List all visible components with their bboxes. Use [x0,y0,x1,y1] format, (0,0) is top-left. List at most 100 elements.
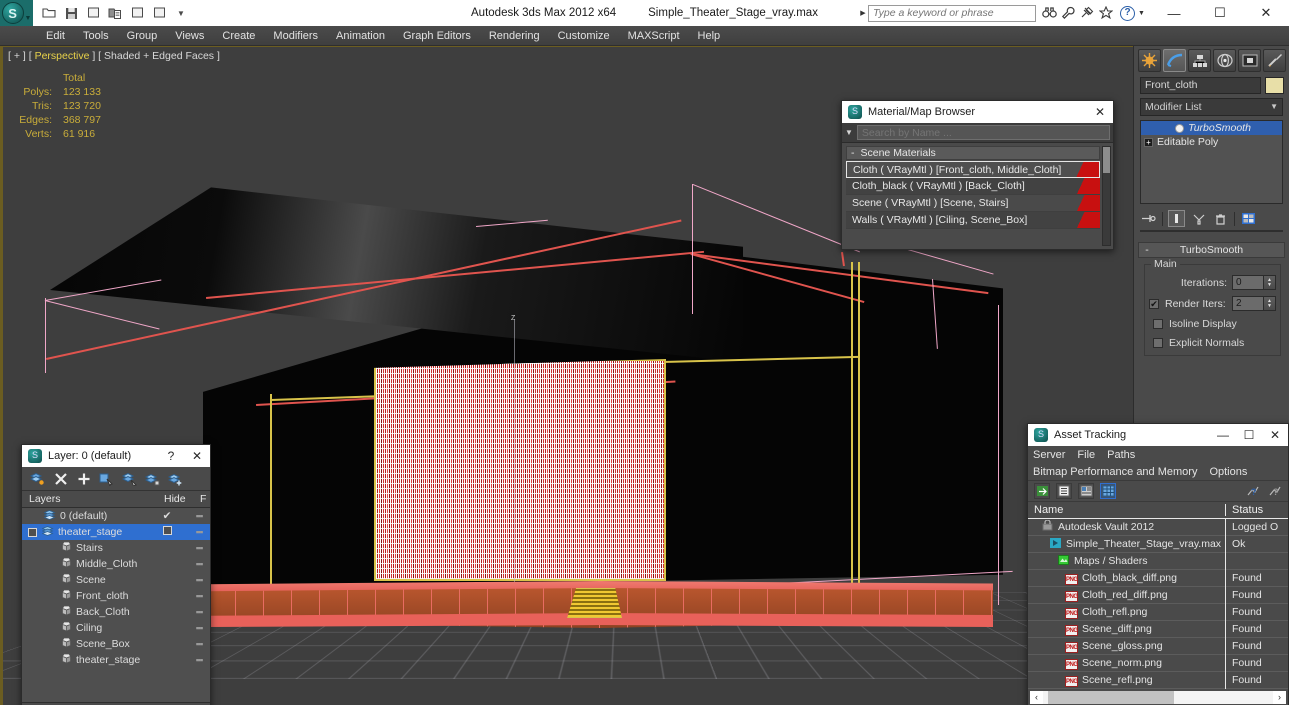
binoculars-icon[interactable] [1042,6,1057,21]
layer-freeze-cell[interactable]: ▪▪▪ [188,527,210,537]
asset-close-button[interactable]: ✕ [1262,428,1288,442]
star-icon[interactable] [1098,5,1114,21]
layer-list-item[interactable]: Scene ▪▪▪ [22,572,210,588]
menu-item-animation[interactable]: Animation [327,26,394,46]
layer-window-titlebar[interactable]: S Layer: 0 (default) ? ✕ [22,445,210,467]
material-list-item[interactable]: Cloth_black ( VRayMtl ) [Back_Cloth] [846,178,1100,195]
material-list-scrollbar[interactable] [1102,146,1111,246]
layer-freeze-cell[interactable]: ▪▪▪ [188,511,210,521]
wrench-icon[interactable] [1061,6,1076,21]
material-browser-titlebar[interactable]: S Material/Map Browser ✕ [842,101,1113,123]
render-iters-input[interactable]: 2 [1232,296,1264,311]
viewport-label[interactable]: [ + ] [ Perspective ] [ Shaded + Edged F… [8,50,220,62]
asset-name-cell[interactable]: PNG Scene_gloss.png [1028,637,1226,655]
display-tab-icon[interactable] [1238,49,1261,72]
layer-freeze-cell[interactable]: ▪▪▪ [188,607,210,617]
layer-freeze-cell[interactable]: ▪▪▪ [188,623,210,633]
render-iters-checkbox[interactable]: ✔ [1149,298,1159,309]
close-button[interactable]: ✕ [1243,0,1289,26]
asset-column-status[interactable]: Status [1226,504,1288,516]
refresh-icon[interactable] [1034,483,1050,499]
layer-list-item[interactable]: theater_stage ▪▪▪ [22,652,210,668]
explicit-normals-row[interactable]: Explicit Normals [1149,337,1276,349]
asset-name-cell[interactable]: PNG Cloth_black_diff.png [1028,569,1226,587]
scrollbar-track[interactable] [1043,690,1273,704]
material-list[interactable]: Cloth ( VRayMtl ) [Front_cloth, Middle_C… [846,161,1100,229]
iterations-input[interactable]: 0 [1232,275,1264,290]
asset-menu-bitmap-performance-and-memory[interactable]: Bitmap Performance and Memory [1033,466,1197,478]
layer-freeze-cell[interactable]: ▪▪▪ [188,591,210,601]
material-map-browser-window[interactable]: S Material/Map Browser ✕ ▼ - Scene Mater… [841,100,1114,250]
layer-freeze-cell[interactable]: ▪▪▪ [188,543,210,553]
asset-list-item[interactable]: Autodesk Vault 2012 Logged O [1028,519,1288,536]
asset-horizontal-scrollbar[interactable]: ‹ › [1028,689,1288,705]
asset-menu-file[interactable]: File [1077,449,1095,461]
modifier-list-dropdown[interactable]: Modifier List ▼ [1140,98,1283,116]
search-input[interactable] [868,4,1036,22]
create-new-layer-icon[interactable] [30,471,45,486]
redo-icon[interactable] [149,3,169,23]
layer-list-item[interactable]: Front_cloth ▪▪▪ [22,588,210,604]
motion-tab-icon[interactable] [1213,49,1236,72]
asset-list-item[interactable]: PNG Cloth_black_diff.png Found [1028,569,1288,587]
asset-list-item[interactable]: PNG Scene_diff.png Found [1028,620,1288,638]
layer-list-item[interactable]: Stairs ▪▪▪ [22,540,210,556]
app-menu-dropdown-icon[interactable]: ▼ [25,15,32,26]
modifier-stack[interactable]: TurboSmooth + Editable Poly [1140,120,1283,204]
make-unique-icon[interactable] [1190,210,1207,227]
material-search-input[interactable] [856,125,1110,140]
layer-list-item[interactable]: Ciling ▪▪▪ [22,620,210,636]
scene-materials-group-header[interactable]: - Scene Materials [846,146,1100,160]
scroll-right-button[interactable]: › [1273,690,1286,704]
layer-list-item[interactable]: Scene_Box ▪▪▪ [22,636,210,652]
layer-list-item[interactable]: Back_Cloth ▪▪▪ [22,604,210,620]
isoline-display-row[interactable]: Isoline Display [1149,318,1276,330]
freeze-unfreeze-icon[interactable] [168,471,183,486]
lightbulb-icon[interactable] [1175,123,1185,133]
utilities-tab-icon[interactable] [1263,49,1286,72]
undo-icon[interactable] [127,3,147,23]
hierarchy-tab-icon[interactable] [1188,49,1211,72]
rollout-collapse-icon[interactable]: - [1139,244,1155,256]
qat-dropdown-icon[interactable]: ▼ [171,3,191,23]
modify-tab-icon[interactable] [1163,49,1186,72]
create-tab-icon[interactable] [1138,49,1161,72]
highlight-selected-objects-layers-icon[interactable] [122,471,137,486]
asset-list-item[interactable]: PNG Cloth_red_diff.png Found [1028,586,1288,604]
menu-item-rendering[interactable]: Rendering [480,26,549,46]
material-list-item[interactable]: Cloth ( VRayMtl ) [Front_cloth, Middle_C… [846,161,1100,178]
iterations-spinner[interactable]: ▲ ▼ [1264,275,1276,290]
layer-expand-checkbox[interactable] [28,527,37,537]
layer-window-close-button[interactable]: ✕ [184,449,210,463]
menu-item-modifiers[interactable]: Modifiers [264,26,327,46]
layer-hide-cell[interactable] [146,526,188,538]
asset-tracking-titlebar[interactable]: S Asset Tracking — ☐ ✕ [1028,424,1288,446]
material-list-item[interactable]: Scene ( VRayMtl ) [Scene, Stairs] [846,195,1100,212]
asset-list-item[interactable]: Maps / Shaders [1028,552,1288,570]
modifier-stack-item[interactable]: + Editable Poly [1141,135,1282,149]
asset-list-item[interactable]: PNG Scene_gloss.png Found [1028,637,1288,655]
menu-item-create[interactable]: Create [213,26,264,46]
asset-tracking-window[interactable]: S Asset Tracking — ☐ ✕ Server File Paths B… [1027,423,1289,705]
asset-name-cell[interactable]: PNG Scene_refl.png [1028,671,1226,689]
layer-freeze-cell[interactable]: ▪▪▪ [188,655,210,665]
layer-list-item[interactable]: 0 (default) ✔ ▪▪▪ [22,508,210,524]
help-dropdown-icon[interactable]: ▼ [1138,10,1145,17]
layer-freeze-cell[interactable]: ▪▪▪ [188,559,210,569]
help-question-icon[interactable]: ? [1244,483,1260,499]
detail-view-icon[interactable] [1078,483,1094,499]
asset-name-cell[interactable]: Autodesk Vault 2012 [1028,519,1226,536]
render-iters-spinner[interactable]: ▲ ▼ [1264,296,1276,311]
help-icon[interactable]: ? [1120,5,1135,21]
material-preview-swatch[interactable] [1070,212,1100,228]
modifier-stack-item[interactable]: TurboSmooth [1141,121,1282,135]
isoline-display-checkbox[interactable] [1153,319,1163,329]
grid-view-icon[interactable] [1100,483,1116,499]
material-preview-swatch[interactable] [1069,162,1099,177]
material-preview-swatch[interactable] [1070,195,1100,211]
menu-item-customize[interactable]: Customize [549,26,619,46]
asset-menu-paths[interactable]: Paths [1107,449,1135,461]
maximize-button[interactable]: ☐ [1197,0,1243,26]
material-browser-menu-icon[interactable]: ▼ [845,128,853,137]
scroll-left-button[interactable]: ‹ [1030,690,1043,704]
